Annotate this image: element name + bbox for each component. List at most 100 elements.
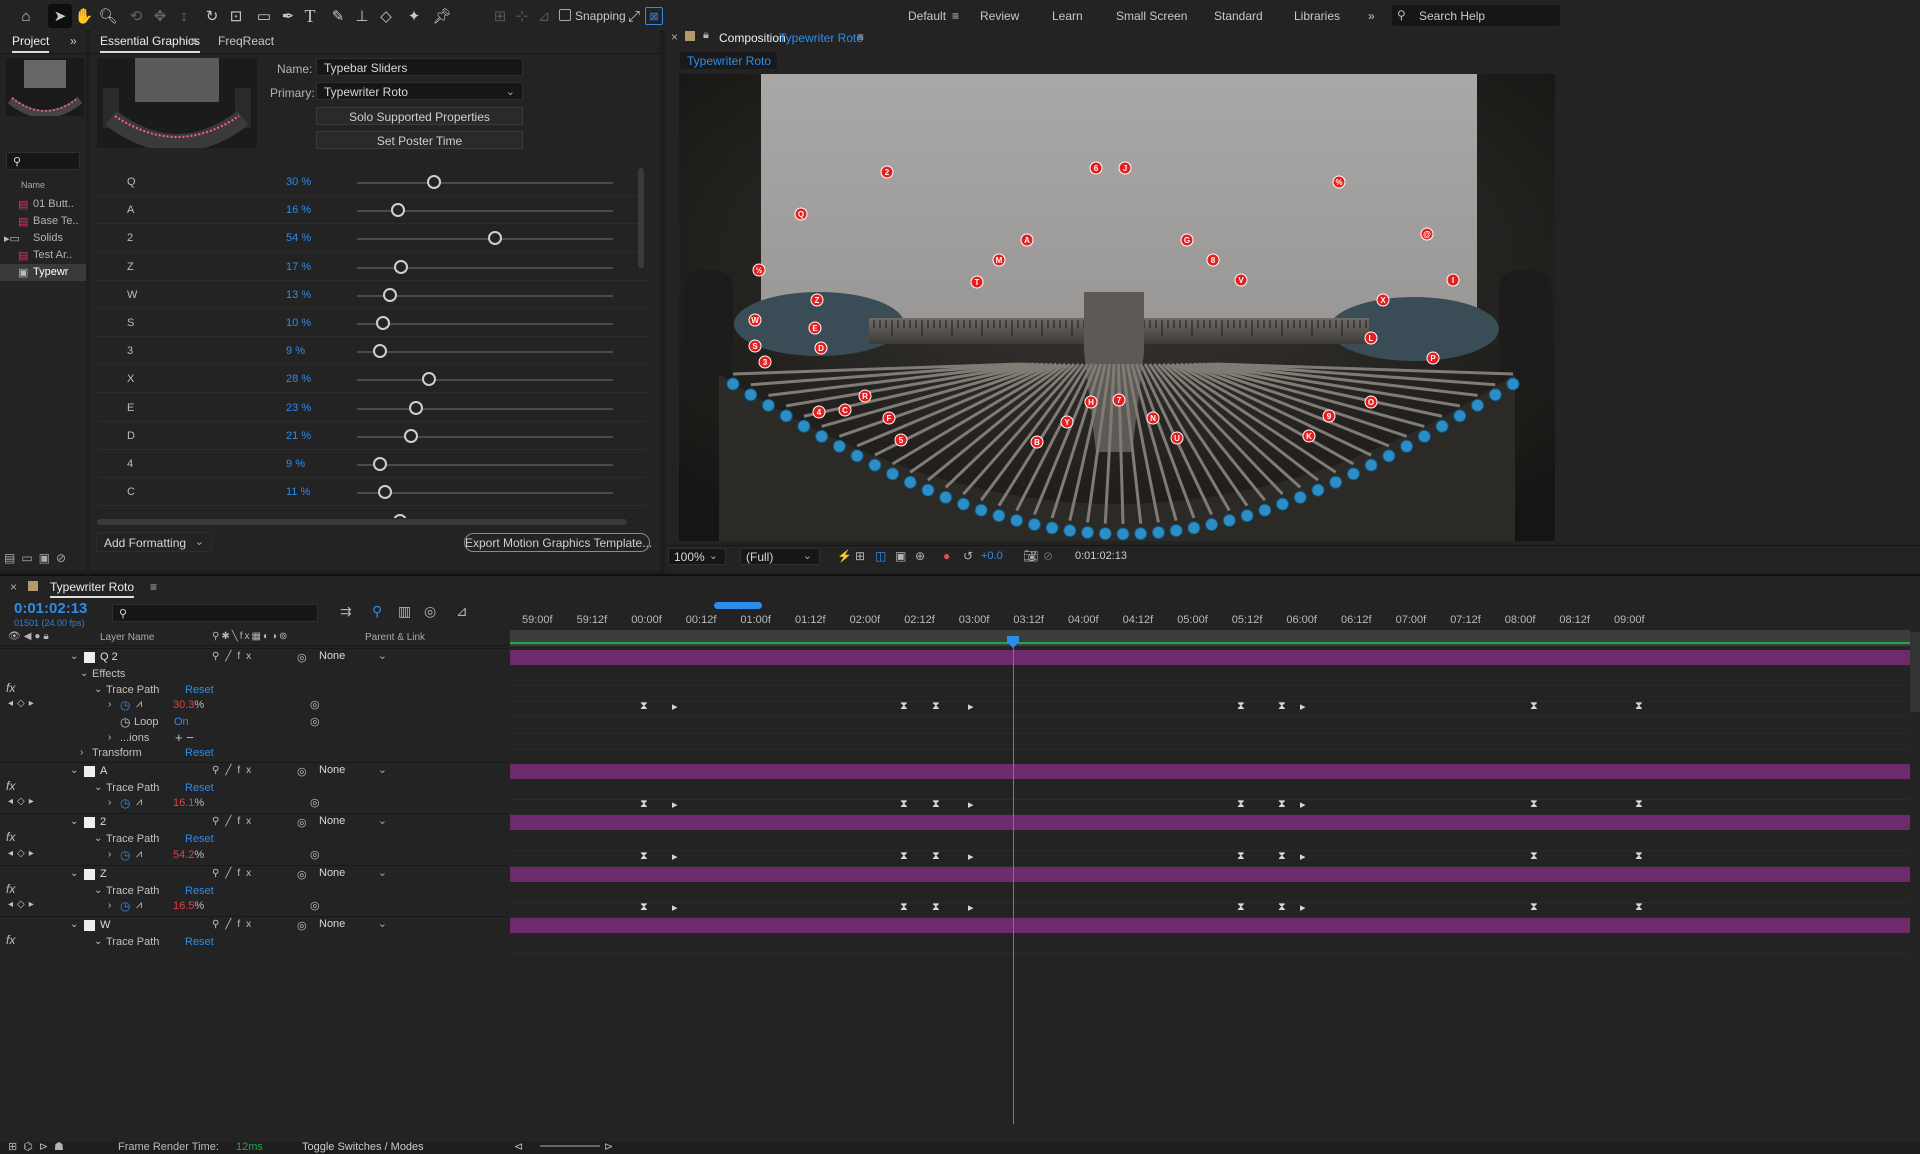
stopwatch-icon[interactable]: ◷ <box>120 899 130 913</box>
close-icon[interactable]: × <box>10 580 17 594</box>
primary-dropdown[interactable]: Typewriter Roto ⌄ <box>316 82 523 100</box>
layer-row[interactable]: ⌄ Z ⚲╱fx ◎ None ⌄ <box>0 864 508 884</box>
slider-knob[interactable] <box>375 316 390 330</box>
keyframe-icon[interactable]: ⧗ <box>932 850 940 863</box>
slider-track[interactable] <box>357 407 613 410</box>
slider-track[interactable] <box>357 351 613 354</box>
layer-duration-bar[interactable] <box>510 763 1910 779</box>
parent-pickwhip-icon[interactable]: ◎ <box>297 919 307 932</box>
keyframe-icon[interactable]: ⧗ <box>900 901 908 914</box>
project-item[interactable]: ▤ Test Ar.. <box>0 247 86 264</box>
keyframe-icon[interactable]: ⧗ <box>1530 798 1538 811</box>
keyframe-marker[interactable]: J <box>1118 161 1132 175</box>
parent-dropdown[interactable]: None ⌄ <box>314 918 394 933</box>
slider-knob[interactable] <box>378 485 393 500</box>
keyframe-marker[interactable]: Q <box>794 207 808 221</box>
keyframe-marker[interactable]: A <box>1020 233 1034 247</box>
rectangle-tool-icon[interactable]: ▭ <box>252 4 276 28</box>
slider-value[interactable]: 13 % <box>286 289 311 301</box>
pan-behind-tool-icon[interactable]: ⊡ <box>224 4 248 28</box>
collapse-chevron-icon[interactable]: ⌄ <box>70 868 78 879</box>
expand-chevron-icon[interactable]: › <box>108 797 111 808</box>
axis-view-icon[interactable]: ⊿ <box>532 4 556 28</box>
expand-chevron-icon[interactable]: ⌄ <box>94 782 102 793</box>
slider-list-scrollbar[interactable] <box>638 168 644 268</box>
work-area-bar[interactable] <box>714 602 762 609</box>
snapping-checkbox[interactable] <box>559 9 571 21</box>
keyframe-icon[interactable]: ⧗ <box>640 798 648 811</box>
clone-stamp-tool-icon[interactable]: ⊥ <box>350 4 374 28</box>
collapse-chevron-icon[interactable]: ⌄ <box>70 765 78 776</box>
slider-value[interactable]: 28 % <box>286 373 311 385</box>
stopwatch-icon[interactable]: ◷ <box>120 715 130 729</box>
slider-knob[interactable] <box>373 457 388 471</box>
keyframe-marker[interactable]: M <box>992 253 1006 267</box>
workspace-default[interactable]: Default <box>908 9 946 23</box>
snap-toggle-icon[interactable]: ⊠ <box>645 7 663 25</box>
composition-mini-flowchart-icon[interactable]: ⇉ <box>340 603 352 620</box>
slider-knob[interactable] <box>383 287 398 302</box>
footer-toggle-icons[interactable]: ⊞⌬⊳☗ <box>8 1140 70 1153</box>
fx-icon[interactable]: fx <box>6 779 15 793</box>
collapse-chevron-icon[interactable]: ⌄ <box>70 919 78 930</box>
close-icon[interactable]: × <box>671 30 678 44</box>
rotation-tool-icon[interactable]: ↻ <box>200 4 224 28</box>
layer-row[interactable]: ⌄ Q 2 ⚲╱fx ◎ None ⌄ <box>0 648 508 667</box>
set-poster-time-button[interactable]: Set Poster Time <box>316 131 523 149</box>
layer-label-color-icon[interactable] <box>84 652 95 663</box>
project-item[interactable]: ▤ 01 Butt.. <box>0 196 86 213</box>
brush-tool-icon[interactable]: ✎ <box>326 4 350 28</box>
project-search-input[interactable]: ⚲ <box>6 152 80 170</box>
layer-label-color-icon[interactable] <box>84 817 95 828</box>
expand-chevron-icon[interactable]: ⌄ <box>94 833 102 844</box>
keyframe-marker[interactable]: 8 <box>1206 253 1220 267</box>
grid-guides-icon[interactable]: ⊕ <box>915 549 925 563</box>
keyframe-marker[interactable]: X <box>1376 293 1390 307</box>
layer-switches[interactable]: ⚲╱fx <box>212 816 257 827</box>
layer-switches[interactable]: ⚲╱fx <box>212 868 257 879</box>
keyframe-marker[interactable]: @ <box>1420 227 1434 241</box>
composition-subtab[interactable]: Typewriter Roto <box>680 52 777 69</box>
keyframe-marker[interactable]: F <box>882 411 896 425</box>
keyframe-icon[interactable]: ▸ <box>672 850 678 863</box>
fx-icon[interactable]: fx <box>6 681 15 695</box>
layer-name[interactable]: 2 <box>100 816 106 828</box>
layer-name-header[interactable]: Layer Name <box>100 632 154 643</box>
track-row[interactable] <box>510 746 1910 765</box>
keyframe-marker[interactable]: Y <box>1060 415 1074 429</box>
slider-track[interactable] <box>357 464 613 466</box>
track-row[interactable]: ⧗ ▸ ⧗ ⧗ ▸ ⧗ ⧗ ▸ ⧗ ⧗ <box>510 848 1910 867</box>
slider-value[interactable]: 16 % <box>286 204 311 216</box>
keyframe-marker[interactable]: V <box>1234 273 1248 287</box>
layer-row[interactable]: ⌄ 2 ⚲╱fx ◎ None ⌄ <box>0 813 508 832</box>
frame-blending-icon[interactable]: ▥ <box>398 603 411 620</box>
axis-world-icon[interactable]: ⊹ <box>510 4 534 28</box>
slider-track[interactable] <box>357 492 613 495</box>
reset-link[interactable]: Reset <box>185 747 214 759</box>
slider-value[interactable]: 17 % <box>286 261 311 273</box>
keyframe-icon[interactable]: ▸ <box>1300 901 1306 914</box>
keyframe-navigator[interactable]: ◂◇▸ <box>8 899 38 910</box>
keyframe-icon[interactable]: ⧗ <box>1530 901 1538 914</box>
keyframe-marker[interactable]: K <box>1302 429 1316 443</box>
slider-value[interactable]: 54 % <box>286 232 311 244</box>
keyframe-icon[interactable]: ▸ <box>968 700 974 713</box>
slider-knob[interactable] <box>421 372 436 387</box>
keyframe-icon[interactable]: ⧗ <box>932 798 940 811</box>
toggle-switches-modes-button[interactable]: Toggle Switches / Modes <box>302 1141 424 1153</box>
keyframe-marker[interactable]: S <box>748 339 762 353</box>
parent-pickwhip-icon[interactable]: ◎ <box>297 816 307 829</box>
property-value[interactable]: 30.3% <box>173 699 204 711</box>
property-value[interactable]: 54.2% <box>173 849 204 861</box>
roto-brush-tool-icon[interactable]: ✦ <box>402 4 426 28</box>
layer-switches[interactable]: ⚲╱fx <box>212 651 257 662</box>
keyframe-icon[interactable]: ⧗ <box>1237 700 1245 713</box>
reset-link[interactable]: Reset <box>185 936 214 948</box>
expand-chevron-icon[interactable]: ⌄ <box>80 668 88 679</box>
name-input[interactable]: Typebar Sliders <box>316 58 523 76</box>
layer-switches[interactable]: ⚲╱fx <box>212 765 257 776</box>
shy-layers-icon[interactable]: ⚲ <box>372 603 382 620</box>
expand-chevron-icon[interactable]: › <box>108 900 111 911</box>
keyframe-marker[interactable]: 4 <box>812 405 826 419</box>
exposure-value[interactable]: +0.0 <box>981 550 1003 562</box>
